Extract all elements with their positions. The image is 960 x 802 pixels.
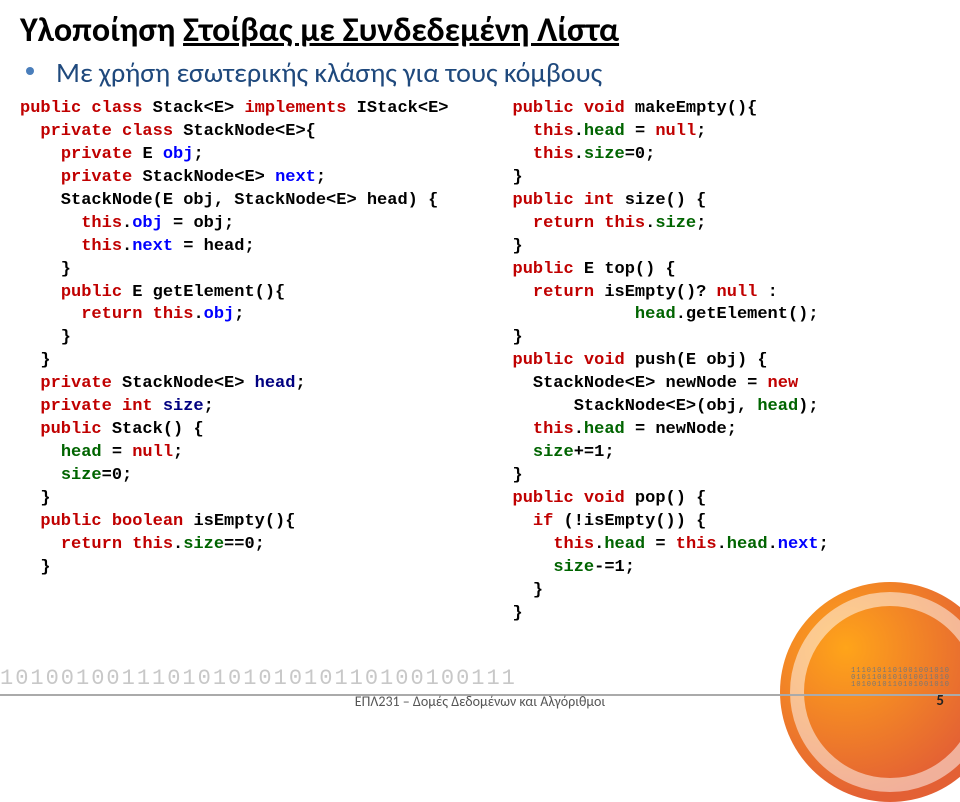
footer-label: ΕΠΛ231 – Δομές Δεδομένων και Αλγόριθμοι	[0, 693, 960, 712]
page-number: 5	[936, 692, 944, 710]
code-columns: public class Stack<E> implements IStack<…	[0, 98, 960, 626]
dots-decoration: 1110101101001001010 0101100101010011010 …	[851, 668, 950, 690]
slide-footer: 1010010011101010101010110100100111 11101…	[0, 666, 960, 712]
title-underlined: Στοίβας με Συνδεδεμένη Λίστα	[183, 10, 619, 51]
subtitle-text: Με χρήση εσωτερικής κλάσης για τους κόμβ…	[56, 55, 602, 90]
slide-title: Υλοποίηση Στοίβας με Συνδεδεμένη Λίστα	[0, 0, 960, 55]
code-column-left: public class Stack<E> implements IStack<…	[20, 98, 493, 626]
slide-subtitle: Με χρήση εσωτερικής κλάσης για τους κόμβ…	[0, 55, 960, 98]
dots-text: 1110101101001001010 0101100101010011010 …	[851, 668, 950, 689]
code-column-right: public void makeEmpty(){ this.head = nul…	[513, 98, 941, 626]
title-prefix: Υλοποίηση	[20, 10, 183, 51]
bullet-icon	[26, 67, 34, 75]
